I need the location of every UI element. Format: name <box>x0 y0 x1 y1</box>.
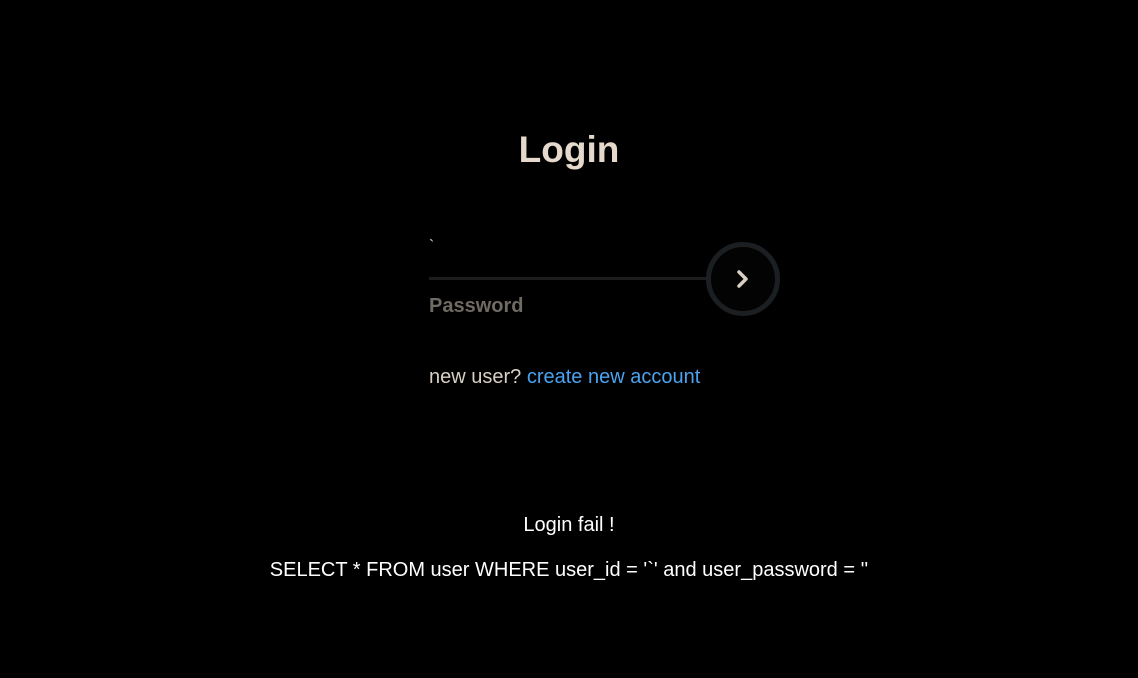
sql-query-text: SELECT * FROM user WHERE user_id = '`' a… <box>269 559 869 581</box>
page-title: Login <box>518 129 620 170</box>
chevron-right-icon <box>737 270 748 288</box>
username-input[interactable]: ` <box>429 238 434 256</box>
username-underline <box>429 277 713 280</box>
submit-button[interactable] <box>706 242 780 316</box>
login-fail-message: Login fail ! <box>523 514 615 536</box>
signup-prompt: new user? <box>429 366 527 388</box>
password-input[interactable]: Password <box>429 295 523 317</box>
create-account-link[interactable]: create new account <box>527 366 700 388</box>
login-page: Login ` Password new user? create new ac… <box>0 0 1138 678</box>
signup-row: new user? create new account <box>429 365 700 389</box>
